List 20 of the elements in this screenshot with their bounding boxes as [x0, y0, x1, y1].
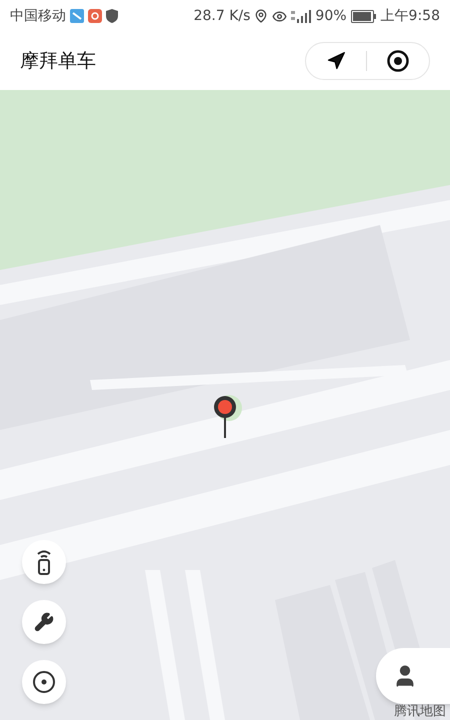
phone-signal-icon: [35, 549, 53, 575]
wrench-icon: [34, 612, 54, 632]
signal-icon: [291, 9, 312, 23]
network-speed: 28.7 K/s: [194, 6, 250, 26]
profile-button[interactable]: [376, 648, 450, 704]
map-pin-icon: [212, 395, 242, 439]
navigation-arrow-icon[interactable]: [326, 51, 346, 71]
carrier-name: 中国移动: [10, 6, 66, 26]
page-title: 摩拜单车: [20, 48, 96, 74]
location-icon: [254, 9, 268, 23]
locate-icon: [32, 670, 56, 694]
map-logo: 腾讯地图: [394, 704, 446, 720]
app-icon: [70, 9, 84, 23]
app-icon: [88, 9, 102, 23]
battery-icon: [350, 10, 377, 22]
shield-icon: [106, 9, 118, 23]
battery-percent: 90%: [315, 6, 347, 26]
eye-icon: [272, 8, 288, 24]
target-icon[interactable]: [387, 50, 409, 72]
clock: 上午9:58: [380, 6, 440, 26]
